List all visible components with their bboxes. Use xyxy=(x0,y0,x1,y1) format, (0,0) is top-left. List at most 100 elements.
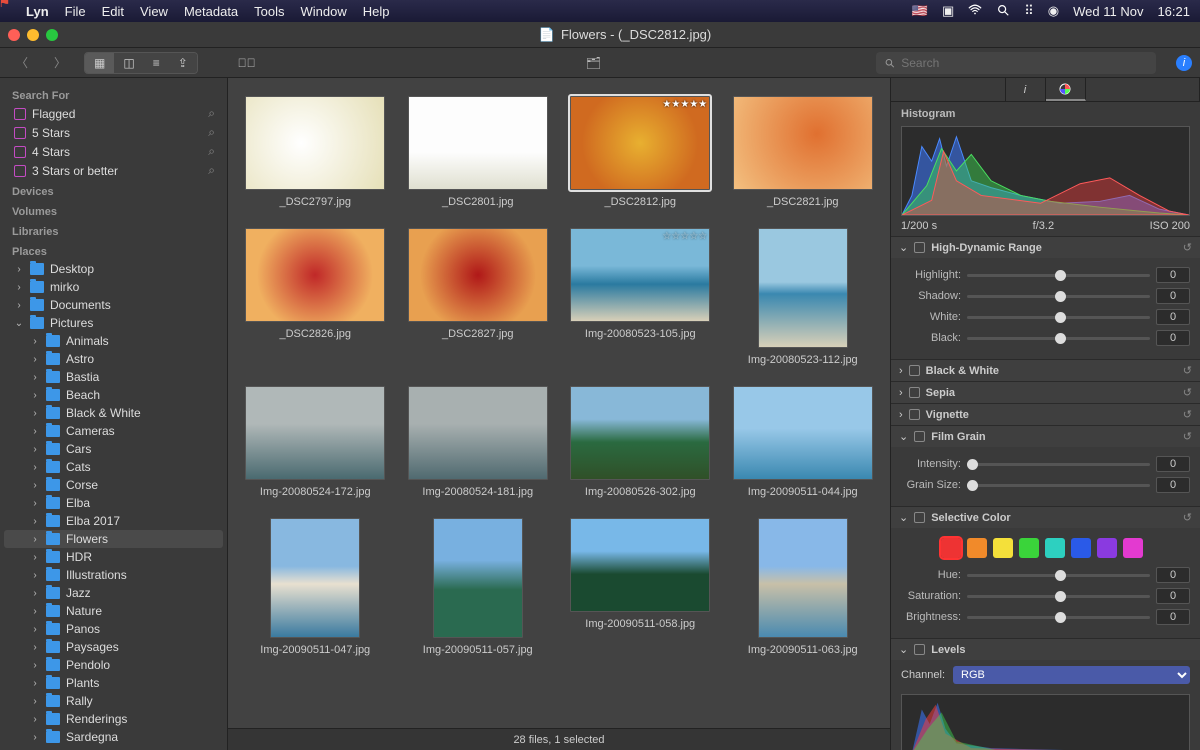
checkbox[interactable] xyxy=(909,365,920,376)
sidebar-search-item[interactable]: 3 Stars or better ⌕ xyxy=(4,161,223,180)
chevron-right-icon[interactable]: › xyxy=(30,498,40,509)
thumbnail-image[interactable] xyxy=(270,518,360,638)
view-list-icon[interactable]: ≡ xyxy=(144,53,169,73)
menu-help[interactable]: Help xyxy=(363,4,390,19)
slider-value[interactable]: 0 xyxy=(1156,588,1190,604)
thumbnail[interactable]: _DSC2827.jpg xyxy=(398,228,558,366)
slider-knob[interactable] xyxy=(1055,570,1066,581)
color-swatch[interactable] xyxy=(1071,538,1091,558)
thumbnail-image[interactable] xyxy=(245,228,385,322)
slider-value[interactable]: 0 xyxy=(1156,267,1190,283)
menu-tools[interactable]: Tools xyxy=(254,4,284,19)
chevron-right-icon[interactable]: › xyxy=(30,660,40,671)
menubar-date[interactable]: Wed 11 Nov xyxy=(1073,4,1143,19)
sidebar-item-illustrations[interactable]: › Illustrations xyxy=(4,566,223,584)
chevron-right-icon[interactable]: › xyxy=(30,570,40,581)
section-selective-color[interactable]: ⌄Selective Color↺ xyxy=(891,507,1200,528)
sidebar-search-item[interactable]: 4 Stars ⌕ xyxy=(4,142,223,161)
chevron-right-icon[interactable]: › xyxy=(30,606,40,617)
menu-metadata[interactable]: Metadata xyxy=(184,4,238,19)
chevron-down-icon[interactable]: ⌄ xyxy=(899,643,908,656)
sidebar-item-hdr[interactable]: › HDR xyxy=(4,548,223,566)
reset-icon[interactable]: ↺ xyxy=(1183,511,1192,524)
color-swatch[interactable] xyxy=(1019,538,1039,558)
thumbnail[interactable]: Img-20080524-172.jpg xyxy=(235,386,395,498)
chevron-down-icon[interactable]: ⌄ xyxy=(14,318,24,329)
thumbnail[interactable]: Img-20080524-181.jpg xyxy=(398,386,558,498)
thumbnail[interactable]: ⚑ Img-20080526-302.jpg xyxy=(560,386,720,498)
thumbnail[interactable]: _DSC2821.jpg xyxy=(723,96,883,208)
search-box[interactable] xyxy=(876,52,1156,74)
sidebar-item-pictures[interactable]: ⌄ Pictures xyxy=(4,314,223,332)
search-input[interactable] xyxy=(901,56,1148,70)
app-name[interactable]: Lyn xyxy=(26,4,49,19)
nav-back[interactable]: 〈 xyxy=(8,50,36,75)
minimize-window[interactable] xyxy=(27,29,39,41)
thumbnail[interactable]: ★★★★★ _DSC2812.jpg xyxy=(560,96,720,208)
slider-value[interactable]: 0 xyxy=(1156,477,1190,493)
sidebar-item-flowers[interactable]: › Flowers xyxy=(4,530,223,548)
chevron-right-icon[interactable]: › xyxy=(30,732,40,743)
chevron-right-icon[interactable]: › xyxy=(14,282,24,293)
reset-icon[interactable]: ↺ xyxy=(1183,408,1192,421)
thumbnail-image[interactable] xyxy=(408,228,548,322)
tab-info-icon[interactable]: i xyxy=(1006,78,1046,101)
slider-track[interactable] xyxy=(967,595,1150,598)
chevron-right-icon[interactable]: › xyxy=(30,516,40,527)
sidebar-item-nature[interactable]: › Nature xyxy=(4,602,223,620)
thumbnail-image[interactable]: ★★★★★ xyxy=(570,96,710,190)
slider-track[interactable] xyxy=(967,574,1150,577)
chevron-right-icon[interactable]: › xyxy=(30,678,40,689)
chevron-right-icon[interactable]: › xyxy=(30,408,40,419)
slider-knob[interactable] xyxy=(1055,612,1066,623)
slider-value[interactable]: 0 xyxy=(1156,309,1190,325)
thumbnail[interactable]: Img-20090511-044.jpg xyxy=(723,386,883,498)
thumbnail-image[interactable] xyxy=(408,96,548,190)
chevron-right-icon[interactable]: › xyxy=(30,696,40,707)
chevron-down-icon[interactable]: ⌄ xyxy=(899,241,908,254)
sidebar-item-elba[interactable]: › Elba xyxy=(4,494,223,512)
chevron-right-icon[interactable]: › xyxy=(30,480,40,491)
thumbnail-image[interactable] xyxy=(408,386,548,480)
slider-value[interactable]: 0 xyxy=(1156,330,1190,346)
menu-window[interactable]: Window xyxy=(301,4,347,19)
checkbox[interactable] xyxy=(914,431,925,442)
sidebar-item-elba-2017[interactable]: › Elba 2017 xyxy=(4,512,223,530)
battery-icon[interactable]: ▣ xyxy=(942,3,954,19)
nav-forward[interactable]: 〉 xyxy=(46,50,74,75)
chevron-down-icon[interactable]: ⌄ xyxy=(899,430,908,443)
sidebar-item[interactable]: › mirko xyxy=(4,278,223,296)
sidebar-item-renderings[interactable]: › Renderings xyxy=(4,710,223,728)
chevron-right-icon[interactable]: › xyxy=(14,264,24,275)
thumbnail-image[interactable] xyxy=(758,518,848,638)
color-swatch[interactable] xyxy=(1045,538,1065,558)
menubar-time[interactable]: 16:21 xyxy=(1157,4,1190,19)
chevron-right-icon[interactable]: › xyxy=(30,624,40,635)
thumbnail-image[interactable] xyxy=(733,386,873,480)
slider-knob[interactable] xyxy=(967,480,978,491)
slider-knob[interactable] xyxy=(1055,270,1066,281)
chevron-right-icon[interactable]: › xyxy=(30,354,40,365)
slider-knob[interactable] xyxy=(1055,333,1066,344)
sidebar-item-black-white[interactable]: › Black & White xyxy=(4,404,223,422)
sidebar-item-panos[interactable]: › Panos xyxy=(4,620,223,638)
sidebar-head-devices[interactable]: Devices xyxy=(4,180,223,200)
section-vignette[interactable]: ›Vignette↺ xyxy=(891,404,1200,425)
color-swatch[interactable] xyxy=(1097,538,1117,558)
view-thumb-icon[interactable]: ◫ xyxy=(114,53,143,73)
chevron-right-icon[interactable]: › xyxy=(14,300,24,311)
slider-knob[interactable] xyxy=(1055,312,1066,323)
thumbnail[interactable]: Img-20090511-047.jpg xyxy=(235,518,395,656)
thumbnail-image[interactable] xyxy=(433,518,523,638)
section-hdr[interactable]: ⌄ High-Dynamic Range ↺ xyxy=(891,237,1200,258)
slider-track[interactable] xyxy=(967,463,1150,466)
sidebar-item-cats[interactable]: › Cats xyxy=(4,458,223,476)
slider-value[interactable]: 0 xyxy=(1156,288,1190,304)
thumbnail-image[interactable] xyxy=(570,518,710,612)
color-swatch[interactable] xyxy=(1123,538,1143,558)
menu-edit[interactable]: Edit xyxy=(102,4,124,19)
stack-icon[interactable]: 🗂 xyxy=(586,56,601,70)
chevron-right-icon[interactable]: › xyxy=(899,409,903,421)
thumbnail[interactable]: Img-20080523-112.jpg xyxy=(723,228,883,366)
thumbnail-image[interactable] xyxy=(733,96,873,190)
